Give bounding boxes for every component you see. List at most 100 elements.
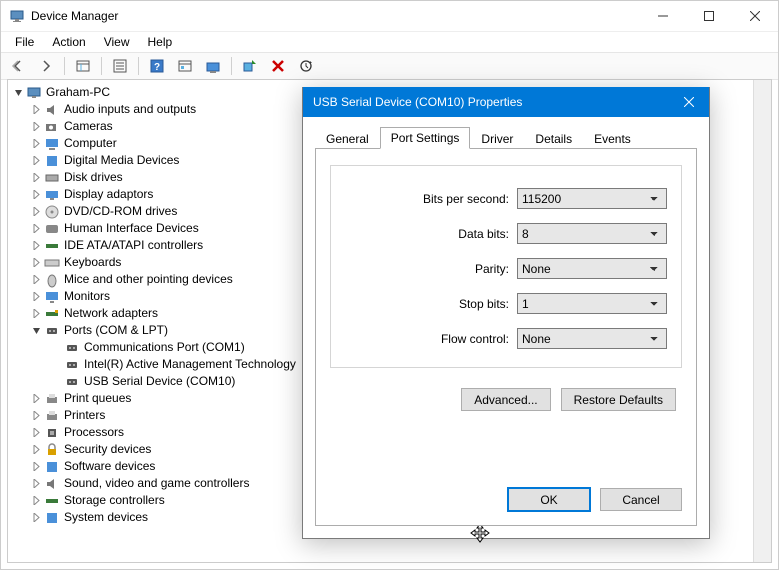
bps-label: Bits per second: [423,192,509,206]
tab-events[interactable]: Events [583,128,642,149]
tree-item-label: Keyboards [64,254,121,271]
expand-icon[interactable] [30,444,42,456]
expand-icon[interactable] [30,138,42,150]
minimize-button[interactable] [640,1,686,31]
expand-icon[interactable] [30,427,42,439]
device-category-icon [44,425,60,441]
device-category-icon [44,289,60,305]
expand-icon[interactable] [30,478,42,490]
flow-label: Flow control: [441,332,509,346]
device-manager-icon [9,8,25,24]
bps-select[interactable]: 115200 [517,188,667,209]
device-category-icon [44,476,60,492]
device-category-icon [44,391,60,407]
expand-icon[interactable] [30,291,42,303]
vertical-scrollbar[interactable] [753,80,771,562]
show-hide-tree-button[interactable] [71,54,95,78]
expand-icon[interactable] [30,206,42,218]
tab-details[interactable]: Details [524,128,583,149]
properties-button[interactable] [108,54,132,78]
expand-icon[interactable] [30,410,42,422]
collapse-icon[interactable] [12,87,24,99]
device-category-icon [44,442,60,458]
collapse-icon[interactable] [30,325,42,337]
expand-icon[interactable] [30,223,42,235]
ok-button[interactable]: OK [508,488,590,511]
expand-icon[interactable] [30,172,42,184]
tree-item-label: Human Interface Devices [64,220,199,237]
scan-changes-button[interactable] [294,54,318,78]
device-category-icon [44,510,60,526]
tree-item-label: Display adaptors [64,186,153,203]
device-category-icon [44,170,60,186]
expand-icon[interactable] [30,308,42,320]
menu-file[interactable]: File [7,33,42,51]
device-category-icon [44,493,60,509]
cancel-button[interactable]: Cancel [600,488,682,511]
databits-select[interactable]: 8 [517,223,667,244]
svg-text:?: ? [154,62,160,73]
scan-hardware-button[interactable] [173,54,197,78]
computer-icon [26,85,42,101]
expand-icon[interactable] [30,512,42,524]
tree-item-label: Processors [64,424,124,441]
tree-item-label: Cameras [64,118,113,135]
tree-item-label: Print queues [64,390,131,407]
tree-item-label: Monitors [64,288,110,305]
expand-icon[interactable] [30,257,42,269]
tab-driver[interactable]: Driver [470,128,524,149]
expand-icon[interactable] [30,461,42,473]
expand-icon[interactable] [30,495,42,507]
tree-item-label: Storage controllers [64,492,165,509]
expand-icon[interactable] [30,104,42,116]
window-title: Device Manager [31,9,640,23]
tree-item-label: Software devices [64,458,155,475]
dialog-tabs: General Port Settings Driver Details Eve… [315,127,697,148]
menubar: File Action View Help [1,32,778,52]
tree-item-label: IDE ATA/ATAPI controllers [64,237,203,254]
tree-item-label: Ports (COM & LPT) [64,322,168,339]
tree-item-label: Mice and other pointing devices [64,271,233,288]
tree-root-label: Graham-PC [46,84,110,101]
stopbits-select[interactable]: 1 [517,293,667,314]
device-category-icon [44,306,60,322]
device-category-icon [44,136,60,152]
parity-select[interactable]: None [517,258,667,279]
tab-port-settings[interactable]: Port Settings [380,127,471,149]
device-category-icon [44,221,60,237]
databits-label: Data bits: [458,227,509,241]
menu-view[interactable]: View [96,33,138,51]
dialog-close-button[interactable] [669,87,709,117]
advanced-button[interactable]: Advanced... [461,388,550,411]
expand-icon[interactable] [30,393,42,405]
titlebar: Device Manager [1,1,778,32]
stopbits-label: Stop bits: [459,297,509,311]
menu-help[interactable]: Help [140,33,181,51]
expand-icon[interactable] [30,121,42,133]
forward-button[interactable] [34,54,58,78]
port-device-icon [64,340,80,356]
enable-device-button[interactable] [238,54,262,78]
maximize-button[interactable] [686,1,732,31]
back-button[interactable] [6,54,30,78]
device-category-icon [44,238,60,254]
restore-defaults-button[interactable]: Restore Defaults [561,388,676,411]
tree-item-label: Digital Media Devices [64,152,179,169]
expand-icon[interactable] [30,189,42,201]
tab-general[interactable]: General [315,128,380,149]
properties-dialog: USB Serial Device (COM10) Properties Gen… [302,87,710,539]
tree-item-label: Disk drives [64,169,123,186]
parity-label: Parity: [475,262,509,276]
flow-select[interactable]: None [517,328,667,349]
tree-item-label: Intel(R) Active Management Technology [84,356,296,373]
update-driver-button[interactable] [201,54,225,78]
uninstall-device-button[interactable] [266,54,290,78]
dialog-titlebar[interactable]: USB Serial Device (COM10) Properties [303,87,709,117]
help-button[interactable]: ? [145,54,169,78]
menu-action[interactable]: Action [44,33,93,51]
expand-icon[interactable] [30,240,42,252]
expand-icon[interactable] [30,274,42,286]
tab-panel: Bits per second: 115200 Data bits: 8 Par… [315,148,697,526]
close-button[interactable] [732,1,778,31]
expand-icon[interactable] [30,155,42,167]
